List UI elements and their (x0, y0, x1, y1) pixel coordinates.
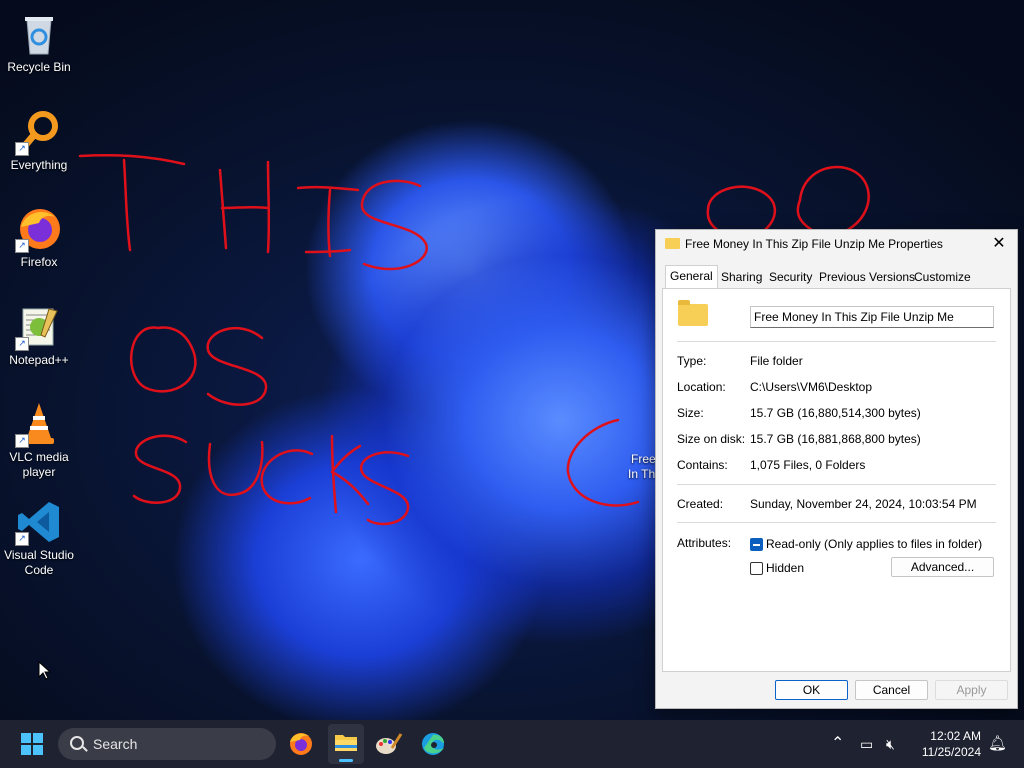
folder-large-icon (678, 300, 708, 326)
type-label: Type: (677, 354, 707, 368)
mouse-cursor-icon (38, 661, 52, 680)
network-icon[interactable]: ▭ (860, 720, 873, 768)
location-value: C:\Users\VM6\Desktop (750, 380, 873, 394)
desktop-icon-label: Visual Studio Code (4, 548, 74, 577)
cancel-button[interactable]: Cancel (855, 680, 928, 700)
divider (677, 341, 996, 342)
size-on-disk-label: Size on disk: (677, 432, 746, 446)
shortcut-arrow-icon: ↗ (15, 337, 29, 351)
vscode-icon: ↗ (15, 498, 63, 546)
folder-icon (665, 238, 680, 249)
ok-button[interactable]: OK (775, 680, 848, 700)
readonly-checkbox[interactable] (750, 538, 763, 551)
start-button-windows-icon[interactable] (21, 733, 43, 755)
shortcut-arrow-icon: ↗ (15, 142, 29, 156)
recycle-bin-icon (15, 10, 63, 58)
search-icon (70, 736, 84, 750)
type-value: File folder (750, 354, 803, 368)
tab-sharing[interactable]: Sharing (717, 267, 766, 288)
desktop-icon-label: Everything (10, 158, 68, 172)
desktop-icon-vscode[interactable]: ↗ Visual Studio Code (0, 498, 78, 578)
notepadpp-icon: ↗ (15, 303, 63, 351)
readonly-checkbox-row[interactable]: Read-only (Only applies to files in fold… (750, 537, 990, 553)
search-placeholder: Search (93, 736, 138, 752)
created-label: Created: (677, 497, 724, 511)
notification-bell-icon[interactable]: 🔔︎ (988, 720, 1007, 768)
vlc-icon: ↗ (15, 400, 63, 448)
properties-dialog: Free Money In This Zip File Unzip Me Pro… (655, 229, 1018, 709)
divider (677, 522, 996, 523)
everything-search-icon: ↗ (15, 108, 63, 156)
system-clock[interactable]: 12:02 AM 11/25/2024 (922, 728, 981, 760)
taskbar-search-box[interactable]: Search (58, 728, 276, 760)
hidden-checkbox-row[interactable]: Hidden (750, 561, 830, 577)
desktop-icon-label: Firefox (20, 255, 58, 269)
size-label: Size: (677, 406, 704, 420)
desktop-icon-everything[interactable]: ↗ Everything (0, 108, 78, 173)
tab-previous-versions[interactable]: Previous Versions (815, 267, 919, 288)
desktop-icon-label: Notepad++ (9, 353, 69, 367)
volume-muted-icon[interactable]: 🔇︎ (886, 720, 895, 768)
chevron-up-icon[interactable]: ⌃ (831, 720, 844, 768)
dialog-titlebar[interactable]: Free Money In This Zip File Unzip Me Pro… (656, 230, 1017, 258)
desktop-icon-vlc[interactable]: ↗ VLC media player (0, 400, 78, 480)
tab-security[interactable]: Security (765, 267, 816, 288)
hidden-checkbox[interactable] (750, 562, 763, 575)
clock-date: 11/25/2024 (921, 745, 981, 759)
desktop-icon-label: VLC media player (9, 450, 69, 479)
firefox-icon: ↗ (15, 205, 63, 253)
size-value: 15.7 GB (16,880,514,300 bytes) (750, 406, 921, 420)
created-value: Sunday, November 24, 2024, 10:03:54 PM (750, 497, 977, 511)
desktop-icon-recycle-bin[interactable]: Recycle Bin (0, 10, 78, 75)
divider (677, 484, 996, 485)
size-on-disk-value: 15.7 GB (16,881,868,800 bytes) (750, 432, 921, 446)
firefox-taskbar-icon[interactable] (285, 728, 317, 760)
location-label: Location: (677, 380, 726, 394)
shortcut-arrow-icon: ↗ (15, 434, 29, 448)
readonly-label: Read-only (Only applies to files in fold… (766, 537, 983, 551)
attributes-label: Attributes: (677, 536, 732, 550)
desktop-icon-label: Free (631, 452, 656, 466)
desktop-icon-label: Recycle Bin (7, 60, 71, 74)
desktop-icon-label-line2: In Th (628, 467, 656, 481)
advanced-button[interactable]: Advanced... (891, 557, 994, 577)
shortcut-arrow-icon: ↗ (15, 239, 29, 253)
general-tab-panel: Free Money In This Zip File Unzip Me Typ… (662, 288, 1011, 672)
paint-taskbar-icon[interactable] (372, 728, 404, 760)
shortcut-arrow-icon: ↗ (15, 532, 29, 546)
desktop-icon-firefox[interactable]: ↗ Firefox (0, 205, 78, 270)
tab-customize[interactable]: Customize (910, 267, 975, 288)
edge-taskbar-icon[interactable] (417, 728, 449, 760)
apply-button[interactable]: Apply (935, 680, 1008, 700)
tab-general[interactable]: General (665, 265, 718, 288)
desktop-icon-notepadpp[interactable]: ↗ Notepad++ (0, 303, 78, 368)
desktop-icon-partial-folder[interactable]: Free In Th (628, 452, 656, 482)
contains-value: 1,075 Files, 0 Folders (750, 458, 866, 472)
dialog-title: Free Money In This Zip File Unzip Me Pro… (685, 237, 943, 251)
folder-name-input[interactable]: Free Money In This Zip File Unzip Me (750, 306, 994, 328)
contains-label: Contains: (677, 458, 728, 472)
file-explorer-icon (335, 735, 357, 751)
file-explorer-taskbar-button[interactable] (328, 724, 364, 764)
clock-time: 12:02 AM (930, 729, 981, 743)
taskbar: Search ⌃ ▭ 🔇︎ 12:02 AM 11/25/2024 🔔︎ (0, 720, 1024, 768)
close-icon[interactable]: ✕ (981, 230, 1017, 258)
hidden-label: Hidden (766, 561, 805, 575)
